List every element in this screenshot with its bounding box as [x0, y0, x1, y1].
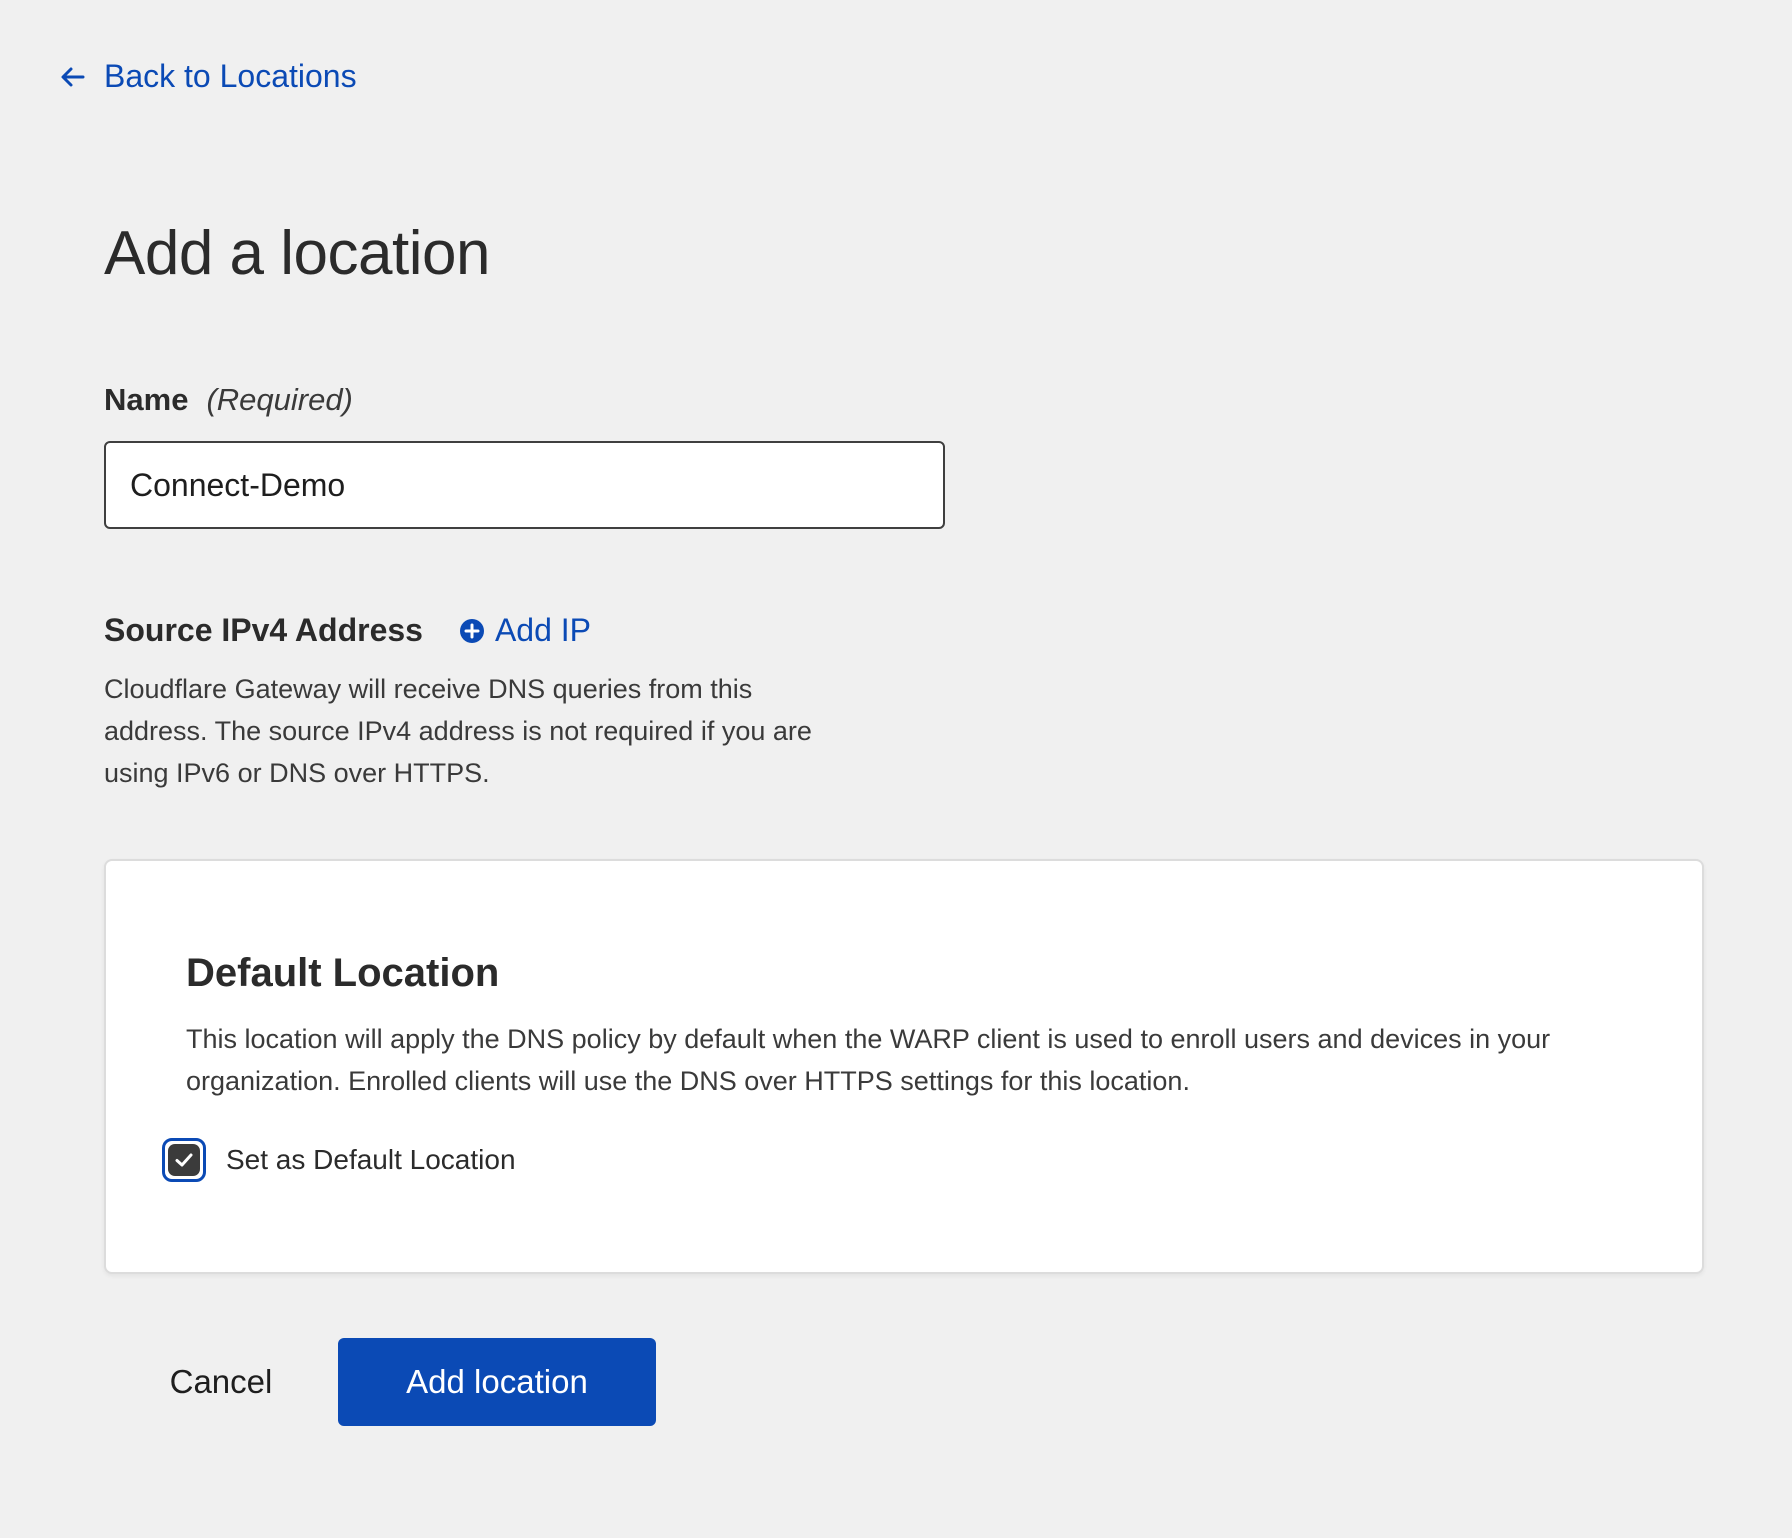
cancel-button[interactable]: Cancel — [150, 1338, 292, 1426]
back-link-label: Back to Locations — [104, 58, 357, 94]
checkmark-icon — [175, 1153, 193, 1167]
add-ip-button[interactable]: Add IP — [459, 612, 591, 649]
plus-circle-icon — [459, 618, 485, 644]
default-location-card: Default Location This location will appl… — [104, 859, 1704, 1274]
back-to-locations-link[interactable]: Back to Locations — [58, 58, 357, 95]
page-title: Add a location — [104, 219, 490, 288]
source-ip-description: Cloudflare Gateway will receive DNS quer… — [104, 674, 812, 788]
required-note: (Required) — [206, 382, 353, 417]
default-location-checkbox-row[interactable]: Set as Default Location — [162, 1138, 516, 1182]
arrow-left-icon — [58, 62, 88, 92]
default-location-checkbox[interactable] — [162, 1138, 206, 1182]
add-ip-label: Add IP — [494, 612, 592, 648]
default-location-checkbox-label: Set as Default Location — [226, 1144, 516, 1175]
name-field-label: Name (Required) — [104, 382, 353, 418]
default-location-description: This location will apply the DNS policy … — [186, 1024, 1551, 1096]
add-location-button[interactable]: Add location — [338, 1338, 656, 1426]
source-ip-header: Source IPv4 Address Add IP — [104, 612, 591, 649]
source-ip-label: Source IPv4 Address — [104, 612, 423, 648]
default-location-title: Default Location — [186, 951, 500, 995]
name-label-text: Name — [104, 382, 189, 417]
location-name-input[interactable] — [104, 441, 945, 529]
checkbox-checked-box — [168, 1144, 200, 1176]
